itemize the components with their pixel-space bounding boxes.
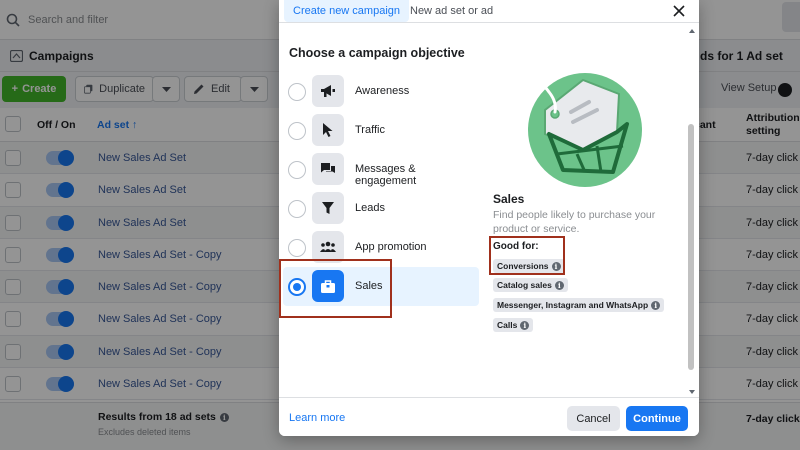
objective-radio[interactable] [288,239,306,257]
detail-title: Sales [493,192,525,206]
campaign-objective-dialog: Create new campaign New ad set or ad Cho… [279,0,699,436]
chip-label: Messenger, Instagram and WhatsApp [497,300,649,310]
objective-radio[interactable] [288,200,306,218]
tab-create-new-campaign[interactable]: Create new campaign [284,0,410,22]
chip-label: Catalog sales [497,280,552,290]
sales-highlight-box [279,259,392,318]
objective-radio[interactable] [288,161,306,179]
icon-box [312,192,344,224]
funnel-icon [322,202,334,214]
learn-more-link[interactable]: Learn more [289,412,345,424]
dialog-footer: Learn more Cancel Continue [279,397,699,436]
dialog-title: Choose a campaign objective [289,46,465,60]
good-for-chip: Calls i [493,318,534,332]
continue-button[interactable]: Continue [626,406,688,431]
scroll-down-icon[interactable] [689,390,695,394]
objective-radio[interactable] [288,83,306,101]
close-icon[interactable] [670,2,688,20]
info-icon[interactable]: i [520,320,530,330]
people-icon [320,241,336,252]
chip-label: Calls [497,320,518,330]
objective-messages-engagement[interactable]: Messages & engagement [283,150,479,189]
sales-illustration [528,73,642,187]
objective-label: Awareness [355,85,410,97]
objective-label: App promotion [355,241,427,253]
megaphone-icon [321,85,335,97]
objective-radio[interactable] [288,122,306,140]
dialog-tabs: Create new campaign New ad set or ad [279,0,699,23]
good-for-highlight-box [489,236,565,275]
objective-label: Traffic [355,124,385,136]
chat-icon [321,163,335,173]
info-icon[interactable]: i [651,300,661,310]
info-icon[interactable]: i [554,280,564,290]
good-for-chip: Catalog sales i [493,278,568,292]
icon-box [312,153,344,185]
detail-description: Find people likely to purchase your prod… [493,209,656,235]
objective-traffic[interactable]: Traffic [283,111,479,150]
icon-box [312,114,344,146]
scroll-up-icon[interactable] [689,29,695,33]
scrollbar-thumb[interactable] [688,124,694,370]
objective-leads[interactable]: Leads [283,189,479,228]
good-for-chip: Messenger, Instagram and WhatsApp i [493,298,665,312]
cancel-button[interactable]: Cancel [567,406,620,431]
objective-awareness[interactable]: Awareness [283,72,479,111]
icon-box [312,75,344,107]
objective-label: Leads [355,202,385,214]
objective-label: Messages & engagement [355,163,417,187]
tab-new-ad-set-or-ad[interactable]: New ad set or ad [401,0,502,22]
cursor-icon [323,123,333,137]
